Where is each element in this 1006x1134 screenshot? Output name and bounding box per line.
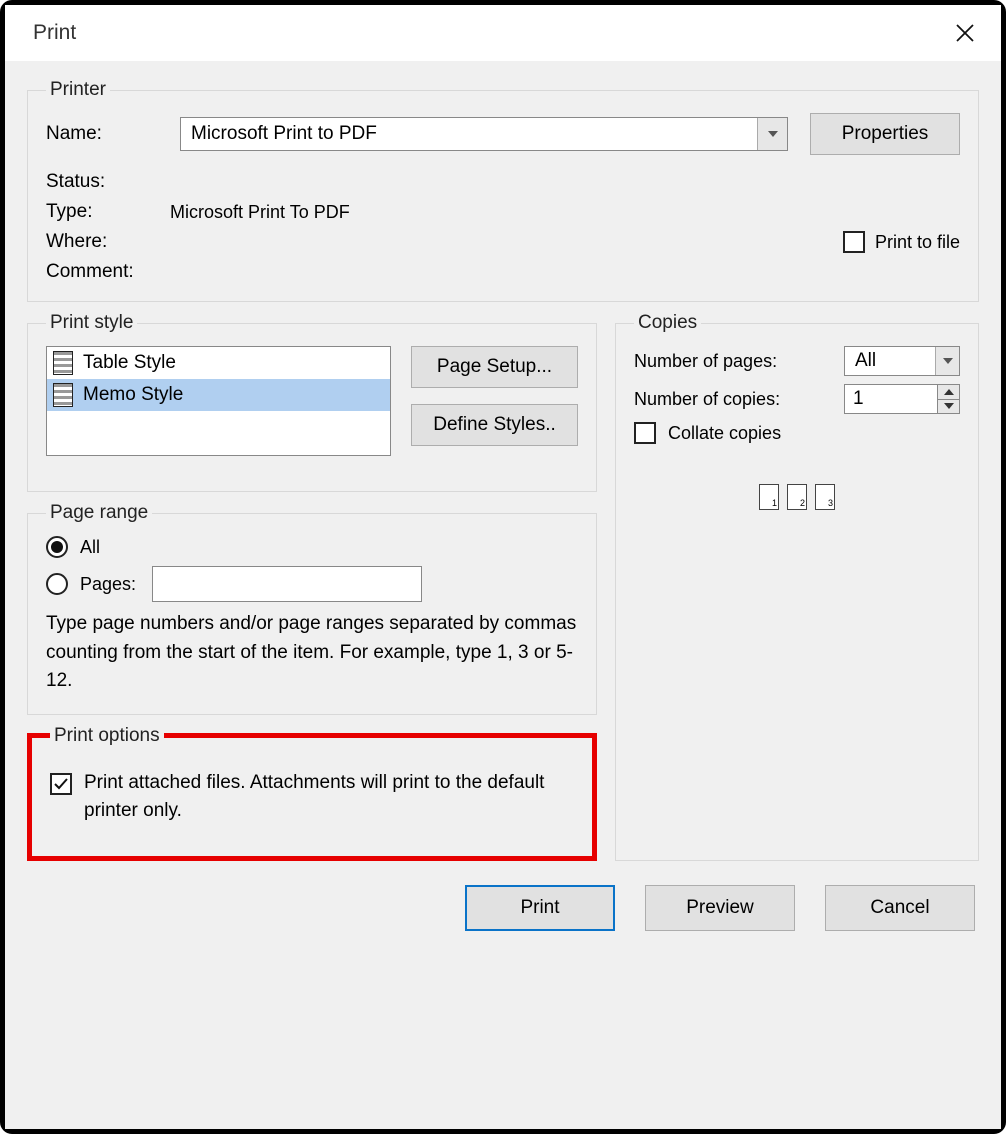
- number-of-copies-spinner[interactable]: 1: [844, 384, 960, 414]
- dialog-body: Printer Name: Microsoft Print to PDF Pro…: [5, 61, 1001, 1129]
- titlebar: Print: [5, 5, 1001, 61]
- number-of-pages-label: Number of pages:: [634, 351, 777, 372]
- printer-type-label: Type:: [46, 201, 158, 223]
- collate-checkbox[interactable]: [634, 422, 656, 444]
- window-title: Print: [33, 21, 76, 45]
- copies-increment-button[interactable]: [937, 385, 959, 400]
- page-icon: 1: [759, 484, 779, 510]
- page-range-all-label: All: [80, 537, 100, 558]
- print-to-file-checkbox[interactable]: [843, 231, 865, 253]
- document-icon: [53, 383, 73, 407]
- page-range-pages-input[interactable]: [152, 566, 422, 602]
- printer-name-value: Microsoft Print to PDF: [181, 123, 757, 145]
- print-options-legend: Print options: [50, 725, 164, 747]
- print-to-file-label: Print to file: [875, 232, 960, 253]
- collate-label: Collate copies: [668, 423, 781, 444]
- page-range-all-radio[interactable]: [46, 536, 68, 558]
- printer-legend: Printer: [46, 79, 110, 101]
- number-of-pages-dropdown-button[interactable]: [935, 347, 959, 375]
- print-style-group: Print style Table Style Memo Style: [27, 312, 597, 492]
- page-icon: 3: [815, 484, 835, 510]
- page-range-pages-radio[interactable]: [46, 573, 68, 595]
- page-icon: 2: [787, 484, 807, 510]
- style-item-label: Memo Style: [83, 384, 183, 406]
- number-of-pages-select[interactable]: All: [844, 346, 960, 376]
- print-attached-option[interactable]: Print attached files. Attachments will p…: [50, 769, 574, 826]
- number-of-pages-value: All: [845, 350, 935, 372]
- printer-status-label: Status:: [46, 171, 158, 193]
- collate-option[interactable]: Collate copies: [634, 422, 960, 444]
- print-to-file-option[interactable]: Print to file: [843, 231, 960, 253]
- style-item-memo[interactable]: Memo Style: [47, 379, 390, 411]
- print-options-group: Print options Print attached files. Atta…: [27, 725, 597, 861]
- number-of-copies-value: 1: [845, 385, 937, 413]
- copies-group: Copies Number of pages: All Number of co…: [615, 312, 979, 861]
- footer-buttons: Print Preview Cancel: [27, 885, 975, 931]
- define-styles-button[interactable]: Define Styles..: [411, 404, 578, 446]
- close-button[interactable]: [949, 17, 981, 49]
- document-icon: [53, 351, 73, 375]
- number-of-copies-label: Number of copies:: [634, 389, 780, 410]
- chevron-down-icon: [943, 358, 953, 364]
- collate-preview: 1 2 3: [634, 484, 960, 510]
- print-style-legend: Print style: [46, 312, 137, 334]
- chevron-down-icon: [768, 131, 778, 137]
- printer-name-label: Name:: [46, 123, 158, 145]
- cancel-button[interactable]: Cancel: [825, 885, 975, 931]
- print-button[interactable]: Print: [465, 885, 615, 931]
- printer-where-label: Where:: [46, 231, 158, 253]
- page-range-hint: Type page numbers and/or page ranges sep…: [46, 610, 578, 696]
- copies-legend: Copies: [634, 312, 701, 334]
- close-icon: [955, 23, 975, 43]
- properties-button[interactable]: Properties: [810, 113, 960, 155]
- checkmark-icon: [53, 776, 69, 792]
- page-setup-button[interactable]: Page Setup...: [411, 346, 578, 388]
- triangle-down-icon: [944, 403, 954, 409]
- printer-name-dropdown-button[interactable]: [757, 118, 787, 150]
- print-dialog: Print Printer Name: Microsoft Print to P…: [0, 0, 1006, 1134]
- print-style-listbox[interactable]: Table Style Memo Style: [46, 346, 391, 456]
- print-attached-label: Print attached files. Attachments will p…: [84, 769, 574, 826]
- preview-button[interactable]: Preview: [645, 885, 795, 931]
- page-range-pages-label: Pages:: [80, 574, 140, 595]
- copies-decrement-button[interactable]: [937, 400, 959, 414]
- page-range-legend: Page range: [46, 502, 152, 524]
- printer-comment-label: Comment:: [46, 261, 158, 283]
- page-range-group: Page range All Pages: Type page numbers …: [27, 502, 597, 715]
- printer-name-select[interactable]: Microsoft Print to PDF: [180, 117, 788, 151]
- style-item-label: Table Style: [83, 352, 176, 374]
- printer-type-value: Microsoft Print To PDF: [170, 202, 350, 223]
- printer-group: Printer Name: Microsoft Print to PDF Pro…: [27, 79, 979, 302]
- middle-columns: Print style Table Style Memo Style: [27, 312, 979, 861]
- style-item-table[interactable]: Table Style: [47, 347, 390, 379]
- print-attached-checkbox[interactable]: [50, 773, 72, 795]
- triangle-up-icon: [944, 389, 954, 395]
